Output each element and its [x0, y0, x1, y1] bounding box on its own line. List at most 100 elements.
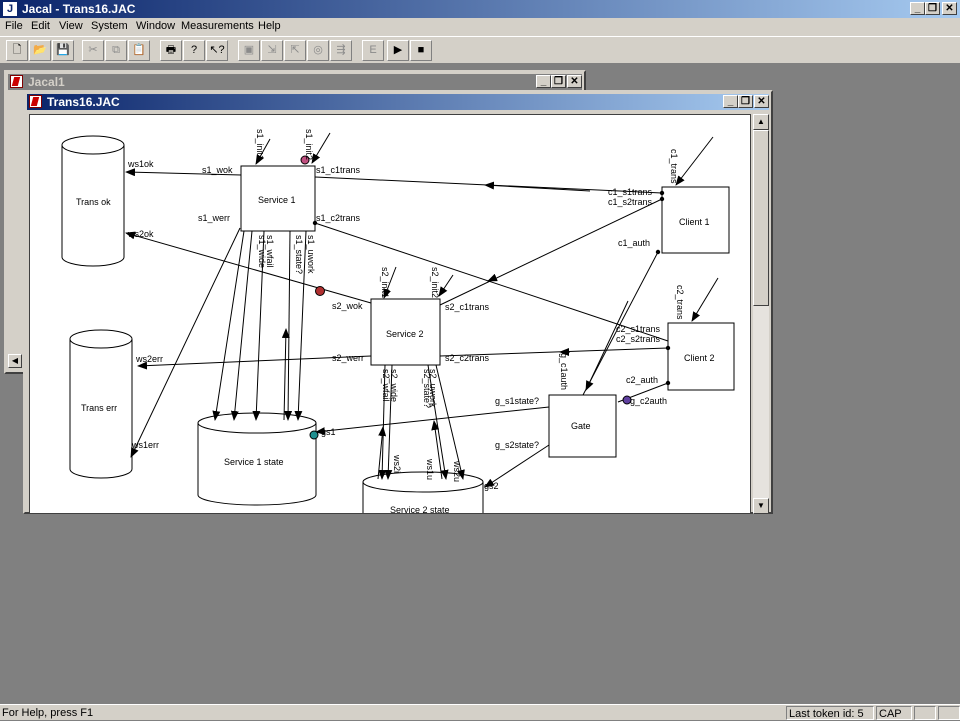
- place-trans-ok[interactable]: Trans ok: [61, 135, 125, 267]
- question-icon[interactable]: ?: [183, 40, 205, 61]
- petri-net-canvas[interactable]: Trans ok Trans err Service 1 state Servi…: [29, 114, 751, 514]
- place-service1-state-label: Service 1 state: [224, 457, 284, 467]
- status-scrl: [938, 706, 960, 720]
- label-s1-uwork: s1_uwork: [306, 235, 316, 274]
- transition-client2[interactable]: Client 2: [667, 322, 735, 391]
- jacal1-title-bar[interactable]: Jacal1 _ ❐ ✕: [8, 74, 582, 90]
- mdi-client-area: Jacal1 _ ❐ ✕ ◀ Trans16.JAC _ ❐ ✕ Trans o…: [0, 64, 960, 704]
- token-red[interactable]: [315, 286, 325, 296]
- jacal-doc-icon: [10, 75, 23, 88]
- tool-a-icon[interactable]: ▣: [238, 40, 260, 61]
- trans16-restore-button[interactable]: ❐: [738, 95, 753, 108]
- trans16-title-bar[interactable]: Trans16.JAC _ ❐ ✕: [27, 94, 769, 110]
- jacal1-close-button[interactable]: ✕: [567, 75, 582, 88]
- transition-service1-label: Service 1: [258, 195, 296, 205]
- menu-view[interactable]: View: [59, 20, 83, 32]
- label-g-c1auth: g_c1auth: [559, 353, 569, 390]
- app-title-bar: J Jacal - Trans16.JAC _ ❐ ✕: [0, 0, 960, 18]
- app-title: Jacal - Trans16.JAC: [22, 2, 136, 16]
- menu-window[interactable]: Window: [136, 20, 175, 32]
- transition-client1[interactable]: Client 1: [661, 186, 730, 254]
- menu-help[interactable]: Help: [258, 20, 281, 32]
- menu-edit[interactable]: Edit: [31, 20, 50, 32]
- context-help-icon[interactable]: ↖?: [206, 40, 228, 61]
- transition-service1[interactable]: Service 1: [240, 165, 316, 232]
- status-help-text: For Help, press F1: [2, 707, 94, 719]
- stop-icon[interactable]: ■: [410, 40, 432, 61]
- label-c2-s2trans: c2_s2trans: [616, 334, 661, 344]
- menu-measurements[interactable]: Measurements: [181, 20, 254, 32]
- petri-net-diagram[interactable]: Trans ok Trans err Service 1 state Servi…: [30, 115, 751, 514]
- label-ws2ok: ws2ok: [127, 229, 154, 239]
- menu-system[interactable]: System: [91, 20, 128, 32]
- label-c2-auth: c2_auth: [626, 375, 658, 385]
- trans16-close-button[interactable]: ✕: [754, 95, 769, 108]
- label-s1-c1trans: s1_c1trans: [316, 165, 361, 175]
- place-service1-state[interactable]: Service 1 state: [197, 412, 317, 506]
- jacal1-scroll-left-button[interactable]: ◀: [8, 354, 22, 368]
- toolbar: 🗋 📂 💾 ✂ ⧉ 📋 🖶 ? ↖? ▣ ⇲ ⇱ ◎ ⇶ E ▶ ■: [0, 36, 960, 64]
- label-s2-wok: s2_wok: [332, 301, 363, 311]
- vertical-scrollbar[interactable]: ▲ ▼: [753, 114, 769, 514]
- label-s1-init1: s1_init1: [255, 129, 265, 160]
- print-icon[interactable]: 🖶: [160, 40, 182, 61]
- label-ws2err: ws2err: [135, 354, 163, 364]
- label-ws2i: ws2i: [392, 454, 402, 473]
- status-token-id: Last token id: 5: [786, 706, 874, 720]
- scroll-down-button[interactable]: ▼: [753, 498, 769, 514]
- label-s2-init1: s2_init1: [380, 267, 390, 298]
- label-s2-init2: s2_init2: [430, 267, 440, 298]
- label-c1-s2trans: c1_s2trans: [608, 197, 653, 207]
- play-icon[interactable]: ▶: [387, 40, 409, 61]
- tool-c-icon[interactable]: ⇱: [284, 40, 306, 61]
- transition-gate[interactable]: Gate: [548, 394, 617, 458]
- paste-icon[interactable]: 📋: [128, 40, 150, 61]
- label-s1-werr: s1_werr: [198, 213, 230, 223]
- scroll-up-button[interactable]: ▲: [753, 114, 769, 130]
- status-cap: CAP: [876, 706, 912, 720]
- new-file-icon[interactable]: 🗋: [6, 40, 28, 61]
- place-service2-state-label: Service 2 state: [390, 505, 450, 514]
- token-teal[interactable]: [309, 430, 319, 440]
- transition-service2[interactable]: Service 2: [370, 298, 441, 366]
- transition-gate-label: Gate: [571, 421, 591, 431]
- transition-client2-label: Client 2: [684, 353, 715, 363]
- cut-icon[interactable]: ✂: [82, 40, 104, 61]
- label-s1-state: s1_state?: [294, 235, 304, 274]
- label-gs2: gs2: [484, 481, 499, 491]
- label-s2-werr: s2_werr: [332, 353, 364, 363]
- label-g-c2auth: g_c2auth: [630, 396, 667, 406]
- minimize-button[interactable]: _: [910, 2, 925, 15]
- label-s2-c1trans: s2_c1trans: [445, 302, 490, 312]
- scroll-thumb[interactable]: [753, 130, 769, 306]
- status-num: [914, 706, 936, 720]
- label-c1-s1trans: c1_s1trans: [608, 187, 653, 197]
- place-service2-state[interactable]: Service 2 state: [362, 471, 484, 514]
- open-folder-icon[interactable]: 📂: [29, 40, 51, 61]
- menu-file[interactable]: File: [5, 20, 23, 32]
- tool-b-icon[interactable]: ⇲: [261, 40, 283, 61]
- save-disk-icon[interactable]: 💾: [52, 40, 74, 61]
- label-s1-init2: s1_init2: [304, 129, 314, 160]
- copy-icon[interactable]: ⧉: [105, 40, 127, 61]
- transition-client1-label: Client 1: [679, 217, 710, 227]
- tool-e-icon[interactable]: ⇶: [330, 40, 352, 61]
- jacal1-title: Jacal1: [28, 75, 65, 89]
- tool-d-icon[interactable]: ◎: [307, 40, 329, 61]
- label-c2-trans: c2_trans: [675, 285, 685, 320]
- close-button[interactable]: ✕: [942, 2, 957, 15]
- jacal-app-icon[interactable]: J: [3, 2, 17, 16]
- label-g-s1state: g_s1state?: [495, 396, 539, 406]
- jacal1-restore-button[interactable]: ❐: [551, 75, 566, 88]
- status-bar: For Help, press F1 Last token id: 5 CAP: [0, 704, 960, 720]
- jacal1-minimize-button[interactable]: _: [536, 75, 551, 88]
- transition-service2-label: Service 2: [386, 329, 424, 339]
- edit-mode-button[interactable]: E: [362, 40, 384, 61]
- restore-button[interactable]: ❐: [925, 2, 940, 15]
- label-s2-c2trans: s2_c2trans: [445, 353, 490, 363]
- place-trans-err[interactable]: Trans err: [69, 329, 133, 479]
- label-g-s2state: g_s2state?: [495, 440, 539, 450]
- label-s1-wok: s1_wok: [202, 165, 233, 175]
- trans16-minimize-button[interactable]: _: [723, 95, 738, 108]
- trans16-window[interactable]: Trans16.JAC _ ❐ ✕ Trans ok Trans err Ser…: [23, 90, 773, 514]
